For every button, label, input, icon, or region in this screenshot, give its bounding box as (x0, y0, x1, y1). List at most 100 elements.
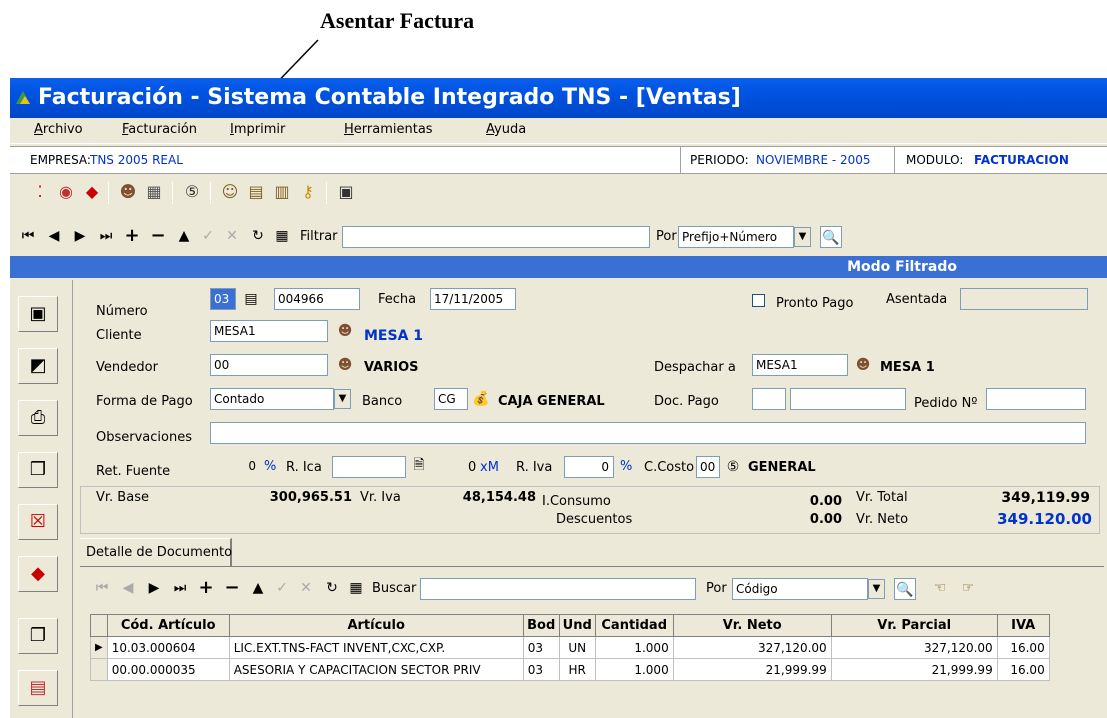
cell-cantidad[interactable]: 1.000 (594, 658, 674, 681)
table-row[interactable]: ▶ 10.03.000604 LIC.EXT.TNS-FACT INVENT,C… (90, 636, 1050, 659)
banco-code-field[interactable]: CG (434, 388, 468, 410)
cell-bod[interactable]: 03 (522, 658, 560, 681)
cell-und[interactable]: HR (558, 658, 596, 681)
vendedor-lookup-icon[interactable]: ☻ (334, 354, 356, 376)
detail-first-icon[interactable]: ⏮ (92, 578, 112, 598)
detail-insert-icon[interactable]: + (196, 578, 216, 598)
cell-vr-neto[interactable]: 327,120.00 (672, 636, 832, 659)
buscar-input[interactable] (420, 578, 696, 600)
cell-cantidad[interactable]: 1.000 (594, 636, 674, 659)
hand-left-icon[interactable]: ☜ (930, 578, 950, 598)
cell-vr-parcial[interactable]: 327,120.00 (830, 636, 998, 659)
cell-cod[interactable]: 00.00.000035 (106, 658, 230, 681)
cell-articulo[interactable]: LIC.EXT.TNS-FACT INVENT,CXC,CXP. (228, 636, 524, 659)
fecha-field[interactable]: 17/11/2005 (430, 288, 516, 310)
prefijo-field[interactable]: 03 (210, 288, 236, 310)
detail-prior-icon[interactable]: ◀ (118, 578, 138, 598)
detail-next-icon[interactable]: ▶ (144, 578, 164, 598)
tab-detalle[interactable]: Detalle de Documento (80, 538, 232, 566)
detail-delete-icon[interactable]: − (222, 578, 242, 598)
calendar-icon[interactable]: ▤ (246, 182, 266, 202)
chevron-down-icon[interactable]: ▼ (794, 227, 811, 247)
side-button-5[interactable]: ☒ (18, 504, 58, 540)
detail-search-icon[interactable]: 🔍 (894, 578, 916, 600)
rica-code-field[interactable] (332, 456, 406, 478)
menu-imprimir[interactable]: Imprimir (230, 122, 285, 137)
cell-vr-neto[interactable]: 21,999.99 (672, 658, 832, 681)
chart-icon[interactable]: ▥ (272, 182, 292, 202)
key-icon[interactable]: ⚷ (298, 182, 318, 202)
riva-field[interactable]: 0 (564, 456, 614, 478)
col-und[interactable]: Und (558, 614, 596, 637)
table-row[interactable]: 00.00.000035 ASESORIA Y CAPACITACION SEC… (90, 658, 1050, 681)
detail-grid-icon[interactable]: ▦ (346, 578, 366, 598)
pedido-field[interactable] (986, 388, 1086, 410)
menu-archivo[interactable]: Archivo (34, 122, 83, 137)
despachar-lookup-icon[interactable]: ☻ (852, 354, 874, 376)
detail-refresh-icon[interactable]: ↻ (322, 578, 342, 598)
hand-right-icon[interactable]: ☞ (958, 578, 978, 598)
first-record-icon[interactable]: ⏮ (18, 226, 38, 246)
forma-pago-dropdown-icon[interactable]: ▼ (334, 389, 351, 409)
calculator-icon[interactable]: ▣ (336, 182, 356, 202)
col-vr-parcial[interactable]: Vr. Parcial (830, 614, 998, 637)
tool-icon-1[interactable]: ⁚ (30, 182, 50, 202)
cell-iva[interactable]: 16.00 (996, 636, 1050, 659)
forma-pago-select[interactable]: Contado (210, 388, 334, 410)
prior-record-icon[interactable]: ◀ (44, 226, 64, 246)
pronto-pago-checkbox[interactable] (752, 294, 765, 307)
menu-herramientas[interactable]: Herramientas (344, 122, 433, 137)
detail-last-icon[interactable]: ⏭ (170, 578, 190, 598)
side-button-2[interactable]: ◩ (18, 348, 58, 384)
col-vr-neto[interactable]: Vr. Neto (672, 614, 832, 637)
grid-icon[interactable]: ▦ (272, 226, 292, 246)
detail-chevron-down-icon[interactable]: ▼ (868, 579, 885, 599)
vendedor-code-field[interactable]: 00 (210, 354, 328, 376)
post-invoice-button[interactable]: ▣ (18, 296, 58, 332)
person-icon[interactable]: ☻ (118, 182, 138, 202)
por-select[interactable]: Prefijo+Número (678, 226, 794, 248)
col-cod-articulo[interactable]: Cód. Artículo (106, 614, 230, 637)
observaciones-field[interactable] (210, 422, 1086, 444)
col-iva[interactable]: IVA (996, 614, 1050, 637)
numero-field[interactable]: 004966 (274, 288, 360, 310)
cliente-lookup-icon[interactable]: ☻ (334, 320, 356, 342)
filter-input[interactable] (342, 226, 650, 248)
refresh-icon[interactable]: ↻ (248, 226, 268, 246)
search-icon[interactable]: 🔍 (820, 226, 842, 248)
cell-vr-parcial[interactable]: 21,999.99 (830, 658, 998, 681)
people-icon[interactable]: ☺ (220, 182, 240, 202)
money-bag-icon[interactable]: 💰 (470, 388, 492, 410)
col-cantidad[interactable]: Cantidad (594, 614, 674, 637)
insert-icon[interactable]: + (122, 226, 142, 246)
col-articulo[interactable]: Artículo (228, 614, 524, 637)
side-button-7[interactable]: ❐ (18, 618, 58, 654)
menu-ayuda[interactable]: Ayuda (486, 122, 526, 137)
cancel-icon[interactable]: ✕ (222, 226, 242, 246)
cell-bod[interactable]: 03 (522, 636, 560, 659)
disc-icon[interactable]: ◉ (56, 182, 76, 202)
cell-iva[interactable]: 16.00 (996, 658, 1050, 681)
barcode-icon[interactable]: ▦ (144, 182, 164, 202)
despachar-code-field[interactable]: MESA1 (752, 354, 848, 376)
next-record-icon[interactable]: ▶ (70, 226, 90, 246)
detail-post-icon[interactable]: ✓ (272, 578, 292, 598)
menu-facturacion[interactable]: Facturación (122, 122, 197, 137)
eraser-icon[interactable]: ◆ (82, 182, 102, 202)
rica-lookup-icon[interactable]: 🗎 (408, 454, 430, 476)
currency-icon[interactable]: ⑤ (182, 182, 202, 202)
cell-articulo[interactable]: ASESORIA Y CAPACITACION SECTOR PRIV (228, 658, 524, 681)
detail-por-select[interactable]: Código (732, 578, 868, 600)
cliente-code-field[interactable]: MESA1 (210, 320, 328, 342)
post-icon[interactable]: ✓ (198, 226, 218, 246)
doc-pago-prefix-field[interactable] (752, 388, 786, 410)
calendar-lookup-icon[interactable]: ▤ (240, 288, 262, 310)
delete-icon[interactable]: − (148, 226, 168, 246)
col-bod[interactable]: Bod (522, 614, 560, 637)
detail-edit-icon[interactable]: ▲ (248, 578, 268, 598)
print-button[interactable]: ⎙ (18, 400, 58, 436)
cell-und[interactable]: UN (558, 636, 596, 659)
side-button-6[interactable]: ◆ (18, 556, 58, 592)
edit-icon[interactable]: ▲ (174, 226, 194, 246)
side-button-8[interactable]: ▤ (18, 670, 58, 706)
